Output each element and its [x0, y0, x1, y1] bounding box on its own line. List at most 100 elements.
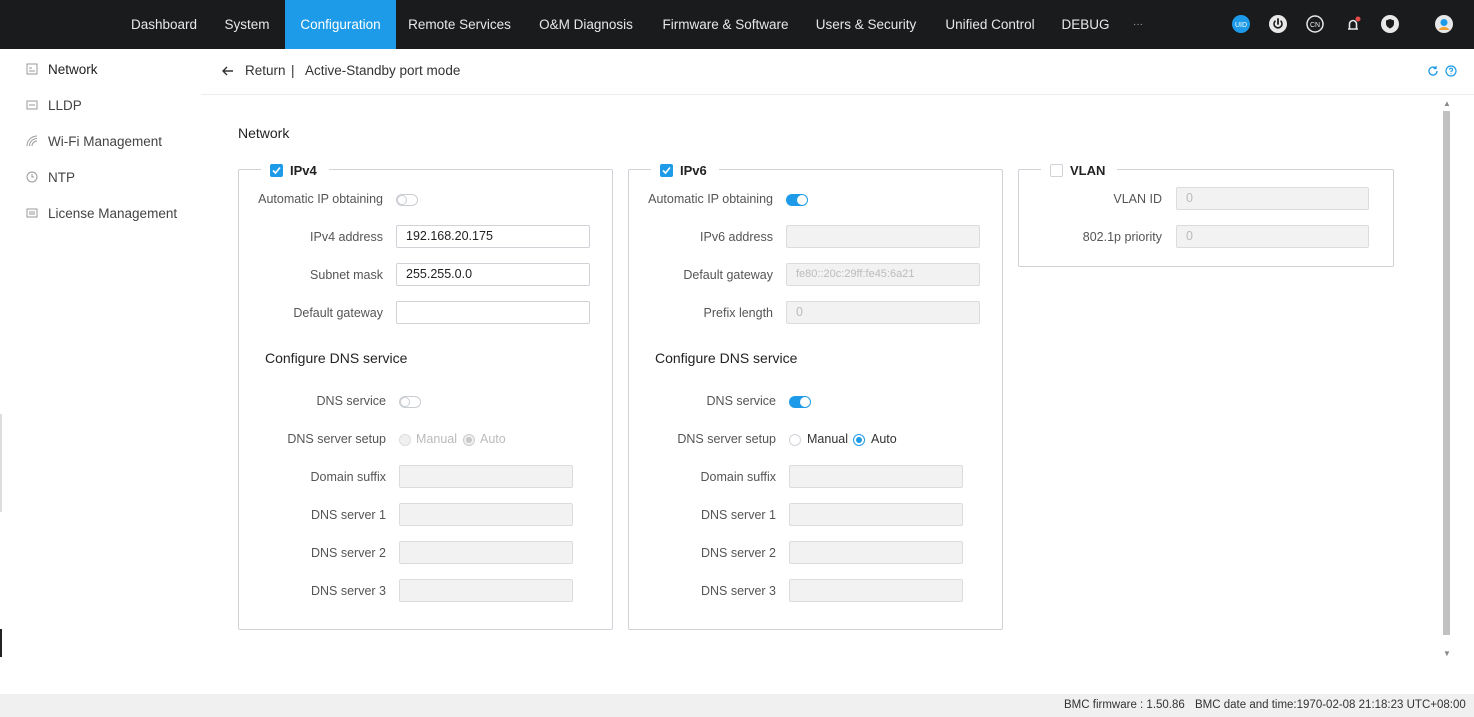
vlan-legend[interactable]: VLAN [1041, 160, 1118, 180]
ipv4-address-input[interactable]: 192.168.20.175 [396, 225, 590, 248]
scrollbar-thumb[interactable] [1443, 111, 1450, 635]
back-arrow-icon[interactable] [220, 63, 236, 79]
ipv6-legend-label: IPv6 [680, 162, 707, 178]
return-link[interactable]: Return [245, 63, 286, 78]
sidebar-collapse-handle[interactable] [0, 629, 2, 657]
ipv4-legend-label: IPv4 [290, 162, 317, 178]
ipv6-dns1-label: DNS server 1 [700, 508, 776, 522]
status-footer: BMC firmware : 1.50.86 BMC date and time… [0, 694, 1474, 717]
ipv4-auto-ip-toggle[interactable] [396, 194, 418, 206]
nav-configuration[interactable]: Configuration [285, 0, 396, 49]
wifi-icon [25, 134, 39, 148]
ipv4-dns-service-toggle[interactable] [399, 396, 421, 408]
ipv6-dns-heading: Configure DNS service [655, 350, 798, 366]
ipv6-dns-setup-label: DNS server setup [677, 432, 776, 446]
nav-dashboard[interactable]: Dashboard [119, 0, 209, 49]
ipv4-auto-ip-label: Automatic IP obtaining [258, 192, 383, 206]
scroll-down-arrow-icon[interactable]: ▼ [1443, 649, 1451, 658]
ipv4-dns-setup-label: DNS server setup [287, 432, 386, 446]
uid-text: UID [1235, 22, 1247, 29]
refresh-icon[interactable] [1427, 65, 1439, 77]
ipv4-legend[interactable]: IPv4 [261, 160, 329, 180]
ipv6-dns-service-label: DNS service [706, 394, 776, 408]
alarm-bell-icon[interactable] [1342, 13, 1364, 35]
ipv6-gateway-input[interactable]: fe80::20c:29ff:fe45:6a21 [786, 263, 980, 286]
ipv4-address-label: IPv4 address [310, 230, 383, 244]
section-title: Network [238, 125, 290, 141]
ipv6-domain-suffix-input[interactable] [789, 465, 963, 488]
sidebar-item-label: License Management [48, 205, 178, 221]
top-navigation-bar: Dashboard System Configuration Remote Se… [0, 0, 1474, 49]
ipv4-dns-manual-label: Manual [416, 432, 457, 446]
help-icon[interactable] [1445, 65, 1457, 77]
subnet-mask-input[interactable]: 255.255.0.0 [396, 263, 590, 286]
ipv4-dns-service-label: DNS service [316, 394, 386, 408]
ipv4-gateway-input[interactable] [396, 301, 590, 324]
ntp-icon [25, 170, 39, 184]
ipv6-address-input[interactable] [786, 225, 980, 248]
ipv6-legend[interactable]: IPv6 [651, 160, 719, 180]
ipv6-dns-service-toggle[interactable] [789, 396, 811, 408]
language-icon[interactable]: CN [1304, 13, 1326, 35]
sidebar-item-lldp[interactable]: LLDP [0, 87, 201, 123]
user-avatar-icon[interactable] [1433, 13, 1455, 35]
ipv4-dns3-label: DNS server 3 [310, 584, 386, 598]
sidebar: Network LLDP Wi-Fi Management NTP Licens… [0, 49, 201, 717]
vlan-id-input[interactable]: 0 [1176, 187, 1369, 210]
sidebar-item-license-management[interactable]: License Management [0, 195, 201, 231]
vlan-legend-label: VLAN [1070, 162, 1106, 178]
nav-firmware-software[interactable]: Firmware & Software [649, 0, 802, 49]
vlan-id-label: VLAN ID [1113, 192, 1162, 206]
ipv4-dns-manual-radio[interactable] [399, 434, 411, 446]
ipv6-auto-ip-label: Automatic IP obtaining [648, 192, 773, 206]
nav-more[interactable]: ··· [1121, 0, 1155, 49]
nav-unified-control[interactable]: Unified Control [930, 0, 1050, 49]
ipv6-gateway-label: Default gateway [683, 268, 773, 282]
vlan-priority-label: 802.1p priority [1082, 230, 1162, 244]
ipv6-panel: IPv6 Automatic IP obtaining IPv6 address… [628, 160, 1003, 630]
network-icon [25, 62, 39, 76]
sidebar-item-ntp[interactable]: NTP [0, 159, 201, 195]
vlan-panel: VLAN VLAN ID 0 802.1p priority 0 [1018, 160, 1394, 267]
scroll-up-arrow-icon[interactable]: ▲ [1443, 99, 1451, 108]
ipv6-dns1-input[interactable] [789, 503, 963, 526]
ipv6-auto-ip-toggle[interactable] [786, 194, 808, 206]
ipv6-dns3-input[interactable] [789, 579, 963, 602]
ipv4-dns-auto-label: Auto [480, 432, 506, 446]
bmc-firmware-version: BMC firmware : 1.50.86 [1064, 699, 1185, 711]
power-icon[interactable] [1267, 13, 1289, 35]
ipv4-dns3-input[interactable] [399, 579, 573, 602]
vlan-priority-input[interactable]: 0 [1176, 225, 1369, 248]
ipv4-dns-heading: Configure DNS service [265, 350, 408, 366]
page-title: Active-Standby port mode [305, 63, 461, 78]
ipv4-checkbox[interactable] [270, 163, 283, 177]
prefix-length-label: Prefix length [703, 306, 773, 320]
nav-system[interactable]: System [209, 0, 285, 49]
sidebar-item-wifi-management[interactable]: Wi-Fi Management [0, 123, 201, 159]
security-shield-icon[interactable] [1379, 13, 1401, 35]
ipv4-domain-suffix-input[interactable] [399, 465, 573, 488]
nav-remote-services[interactable]: Remote Services [396, 0, 523, 49]
ipv6-dns3-label: DNS server 3 [700, 584, 776, 598]
sidebar-item-label: LLDP [48, 97, 82, 113]
nav-users-security[interactable]: Users & Security [802, 0, 930, 49]
nav-om-diagnosis[interactable]: O&M Diagnosis [523, 0, 649, 49]
prefix-length-input[interactable]: 0 [786, 301, 980, 324]
nav-debug[interactable]: DEBUG [1050, 0, 1121, 49]
ipv6-dns-manual-label: Manual [807, 432, 848, 446]
ipv6-dns-manual-radio[interactable] [789, 434, 801, 446]
uid-icon[interactable]: UID [1230, 13, 1252, 35]
ipv4-dns2-label: DNS server 2 [310, 546, 386, 560]
sidebar-item-network[interactable]: Network [0, 51, 201, 87]
ipv6-dns-auto-label: Auto [871, 432, 897, 446]
ipv6-checkbox[interactable] [660, 163, 673, 177]
sidebar-resize-handle[interactable] [0, 414, 2, 512]
vlan-checkbox[interactable] [1050, 163, 1063, 177]
ipv4-dns2-input[interactable] [399, 541, 573, 564]
ipv6-dns2-input[interactable] [789, 541, 963, 564]
ipv4-dns-auto-radio[interactable] [463, 434, 475, 446]
ipv4-dns1-input[interactable] [399, 503, 573, 526]
ipv4-domain-suffix-label: Domain suffix [310, 470, 387, 484]
breadcrumb-separator: | [291, 63, 295, 78]
ipv6-dns-auto-radio[interactable] [853, 434, 865, 446]
